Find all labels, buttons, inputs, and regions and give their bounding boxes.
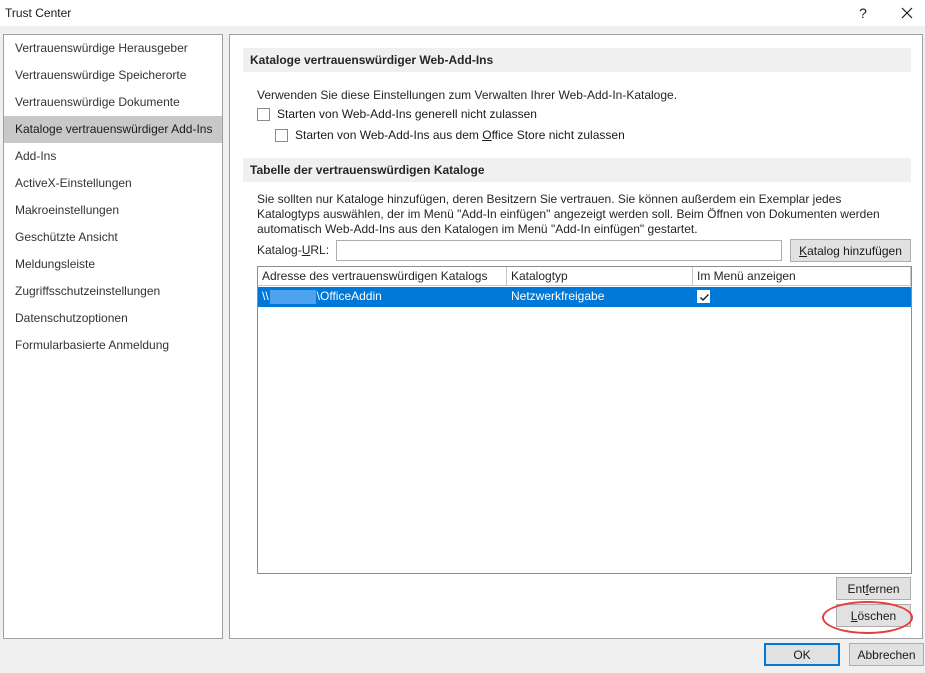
ok-button[interactable]: OK	[764, 643, 840, 666]
cancel-button[interactable]: Abbrechen	[849, 643, 924, 666]
help-icon: ?	[859, 5, 867, 21]
sidebar-item-activex-settings[interactable]: ActiveX-Einstellungen	[4, 170, 222, 197]
redacted-server-name	[269, 289, 316, 304]
close-button[interactable]	[893, 2, 921, 24]
catalog-description: Sie sollten nur Kataloge hinzufügen, der…	[257, 192, 880, 236]
sidebar-item-form-based-signin[interactable]: Formularbasierte Anmeldung	[4, 332, 222, 359]
remove-button-label: Entfernen	[847, 581, 900, 596]
delete-button[interactable]: Löschen	[836, 604, 911, 627]
sidebar-item-macro-settings[interactable]: Makroeinstellungen	[4, 197, 222, 224]
catalog-url-input[interactable]	[336, 240, 782, 261]
show-in-menu-checkbox[interactable]	[697, 290, 710, 303]
help-button[interactable]: ?	[849, 2, 877, 24]
checkmark-icon	[700, 294, 709, 301]
sidebar-item-trusted-documents[interactable]: Vertrauenswürdige Dokumente	[4, 89, 222, 116]
delete-button-label: Löschen	[850, 608, 897, 623]
sidebar-item-privacy-options[interactable]: Datenschutzoptionen	[4, 305, 222, 332]
disallow-web-addins-checkbox-row[interactable]: Starten von Web-Add-Ins generell nicht z…	[257, 107, 537, 121]
ok-button-label: OK	[793, 647, 811, 662]
content-panel: Kataloge vertrauenswürdiger Web-Add-Ins …	[229, 34, 923, 639]
sidebar-item-trusted-locations[interactable]: Vertrauenswürdige Speicherorte	[4, 62, 222, 89]
add-catalog-button-label: Katalog hinzufügen	[799, 243, 902, 258]
disallow-web-addins-checkbox[interactable]	[257, 107, 270, 121]
remove-button[interactable]: Entfernen	[836, 577, 911, 600]
title-bar: Trust Center ?	[0, 0, 925, 26]
disallow-office-store-checkbox[interactable]	[275, 128, 288, 142]
disallow-web-addins-label: Starten von Web-Add-Ins generell nicht z…	[277, 107, 537, 121]
web-addins-section-header: Kataloge vertrauenswürdiger Web-Add-Ins	[243, 48, 911, 72]
disallow-office-store-label: Starten von Web-Add-Ins aus dem Office S…	[295, 128, 625, 142]
sidebar-item-addins[interactable]: Add-Ins	[4, 143, 222, 170]
sidebar-item-message-bar[interactable]: Meldungsleiste	[4, 251, 222, 278]
sidebar-item-trusted-addin-catalogs[interactable]: Kataloge vertrauenswürdiger Add-Ins	[4, 116, 222, 143]
catalog-table[interactable]: Adresse des vertrauenswürdigen Katalogs …	[257, 266, 912, 574]
add-catalog-button[interactable]: Katalog hinzufügen	[790, 239, 911, 262]
column-header-type[interactable]: Katalogtyp	[507, 267, 693, 286]
catalog-table-header: Adresse des vertrauenswürdigen Katalogs …	[258, 267, 911, 286]
cancel-button-label: Abbrechen	[857, 647, 916, 662]
row-show-in-menu	[693, 287, 911, 307]
sidebar-item-trusted-publishers[interactable]: Vertrauenswürdige Herausgeber	[4, 35, 222, 62]
catalog-url-label: Katalog-URL:	[257, 243, 330, 257]
sidebar-item-protected-view[interactable]: Geschützte Ansicht	[4, 224, 222, 251]
sidebar-item-file-block-settings[interactable]: Zugriffsschutzeinstellungen	[4, 278, 222, 305]
web-addins-description: Verwenden Sie diese Einstellungen zum Ve…	[257, 88, 678, 102]
window-title: Trust Center	[5, 6, 72, 20]
close-icon	[901, 7, 913, 19]
table-row[interactable]: \\ \OfficeAddin Netzwerkfreigabe	[258, 287, 911, 307]
row-type: Netzwerkfreigabe	[511, 289, 605, 303]
sidebar: Vertrauenswürdige Herausgeber Vertrauens…	[3, 34, 223, 639]
row-address: \\ \OfficeAddin	[262, 289, 382, 304]
disallow-office-store-checkbox-row[interactable]: Starten von Web-Add-Ins aus dem Office S…	[275, 128, 625, 142]
column-header-address[interactable]: Adresse des vertrauenswürdigen Katalogs	[258, 267, 507, 286]
column-header-show-in-menu[interactable]: Im Menü anzeigen	[693, 267, 911, 286]
catalog-table-section-header: Tabelle der vertrauenswürdigen Kataloge	[243, 158, 911, 182]
